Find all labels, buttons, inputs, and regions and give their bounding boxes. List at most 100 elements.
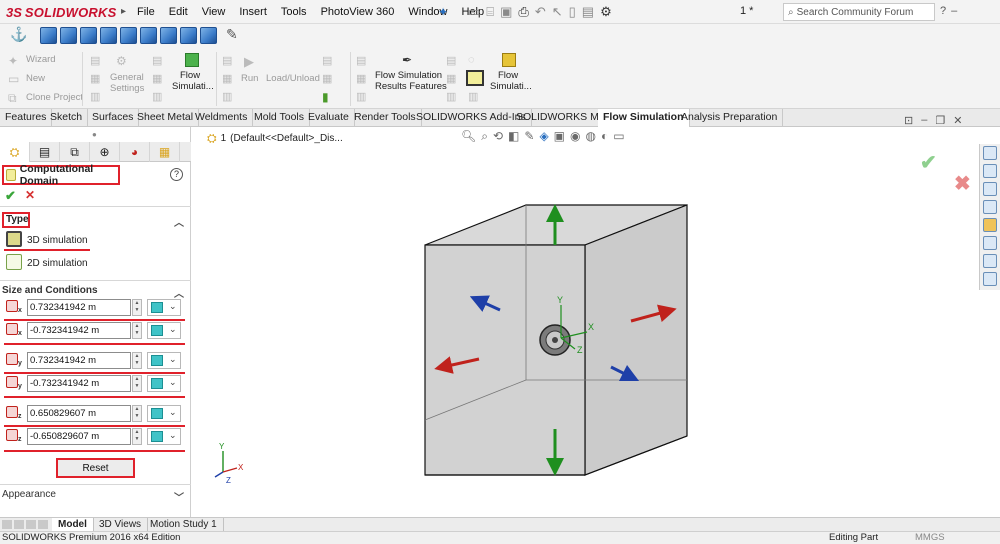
- help-icon-top[interactable]: ?: [940, 5, 946, 17]
- next-tab-icon[interactable]: [26, 520, 36, 529]
- search-box[interactable]: ⌕: [783, 3, 935, 21]
- tool-icon-q[interactable]: ▥: [446, 90, 460, 104]
- solidworks-logo[interactable]: 3S SOLIDWORKS: [6, 3, 116, 21]
- pm-cancel-button[interactable]: ✕: [25, 188, 35, 202]
- option-2d-label[interactable]: 2D simulation: [27, 258, 88, 269]
- results-features-line2[interactable]: Results Features: [375, 81, 447, 92]
- general-settings-line2[interactable]: Settings: [110, 83, 144, 94]
- tab-3d-views[interactable]: 3D Views: [93, 518, 149, 532]
- option-3d-label[interactable]: 3D simulation: [27, 235, 88, 246]
- model-canvas[interactable]: Y X Z Y X Z: [191, 127, 978, 517]
- tab-mold-tools[interactable]: Mold Tools: [249, 109, 310, 127]
- results-features-line1[interactable]: Flow Simulation: [375, 70, 442, 81]
- tab-configuration-manager[interactable]: ⧉: [60, 142, 90, 162]
- view-iso-icon[interactable]: [160, 27, 177, 44]
- tab-motion-study[interactable]: Motion Study 1: [144, 518, 224, 532]
- pencil-icon[interactable]: ✎: [226, 26, 243, 43]
- tool-icon-h[interactable]: ▦: [222, 72, 236, 86]
- view-trimetric-icon[interactable]: [180, 27, 197, 44]
- menu-photoview[interactable]: PhotoView 360: [314, 6, 402, 18]
- tool-icon-i[interactable]: ▥: [222, 90, 236, 104]
- y-min-spinner[interactable]: ▲ ▼: [132, 375, 142, 392]
- tile-icon[interactable]: ⊡: [904, 114, 913, 127]
- flow-simulation-b-line1[interactable]: Flow: [498, 70, 518, 81]
- menu-tools[interactable]: Tools: [274, 6, 314, 18]
- tool-icon-m[interactable]: ▦: [356, 72, 370, 86]
- tool-icon-j[interactable]: ▤: [322, 54, 336, 68]
- tool-icon-l[interactable]: ▤: [356, 54, 370, 68]
- prev-tab-icon[interactable]: [14, 520, 24, 529]
- reset-button[interactable]: Reset: [56, 458, 135, 478]
- 3d-simulation-icon[interactable]: [6, 231, 22, 247]
- view-back-icon[interactable]: [60, 27, 77, 44]
- z-max-spinner[interactable]: ▲ ▼: [132, 405, 142, 422]
- view-top-icon[interactable]: [120, 27, 137, 44]
- resources-icon[interactable]: [983, 164, 997, 178]
- x-max-unit-picker[interactable]: ⌄: [147, 299, 181, 316]
- close-icon[interactable]: ✕: [953, 114, 962, 127]
- flow-simulation-line1[interactable]: Flow: [180, 70, 200, 81]
- tab-analysis-preparation[interactable]: Analysis Preparation: [676, 109, 784, 127]
- menu-view[interactable]: View: [195, 6, 233, 18]
- y-max-input[interactable]: [27, 352, 131, 369]
- menu-insert[interactable]: Insert: [232, 6, 274, 18]
- tab-feature-manager[interactable]: ⛭: [0, 142, 30, 162]
- custom-properties-icon[interactable]: [983, 236, 997, 250]
- menu-edit[interactable]: Edit: [162, 6, 195, 18]
- pm-ok-button[interactable]: ✔: [5, 188, 16, 204]
- z-max-input[interactable]: [27, 405, 131, 422]
- x-min-input[interactable]: [27, 322, 131, 339]
- bar-chart-icon[interactable]: ▮: [322, 90, 336, 104]
- tool-icon-f[interactable]: ▥: [152, 90, 166, 104]
- status-units[interactable]: MMGS: [915, 532, 945, 543]
- run-button[interactable]: Run: [241, 73, 258, 84]
- flow-simulation-b-line2[interactable]: Simulati...: [490, 81, 532, 92]
- tab-weldments[interactable]: Weldments: [190, 109, 254, 127]
- view-dimetric-icon[interactable]: [200, 27, 217, 44]
- menu-expand-icon[interactable]: ▸: [121, 6, 126, 17]
- first-tab-icon[interactable]: [2, 520, 12, 529]
- general-settings-line1[interactable]: General: [110, 72, 144, 83]
- select-icon[interactable]: ↖: [552, 4, 563, 20]
- pin-icon[interactable]: ✦: [438, 5, 448, 19]
- last-tab-icon[interactable]: [38, 520, 48, 529]
- load-unload-button[interactable]: Load/Unload: [266, 73, 320, 84]
- menu-file[interactable]: File: [130, 6, 162, 18]
- pm-help-icon[interactable]: ?: [170, 168, 183, 181]
- file-explorer-icon[interactable]: [983, 200, 997, 214]
- tool-icon-s[interactable]: ▥: [468, 90, 482, 104]
- tab-model[interactable]: Model: [52, 518, 94, 532]
- chat-icon[interactable]: [983, 272, 997, 286]
- tool-icon-p[interactable]: ▦: [446, 72, 460, 86]
- search-input[interactable]: [796, 6, 915, 18]
- view-left-icon[interactable]: [80, 27, 97, 44]
- tool-icon-e[interactable]: ▦: [152, 72, 166, 86]
- tab-property-manager[interactable]: ▤: [30, 142, 60, 162]
- new-project-button[interactable]: New: [26, 73, 45, 84]
- tool-icon-g[interactable]: ▤: [222, 54, 236, 68]
- z-min-input[interactable]: [27, 428, 131, 445]
- tool-icon-o[interactable]: ▤: [446, 54, 460, 68]
- tool-icon-c[interactable]: ▥: [90, 90, 104, 104]
- tab-flow-analysis[interactable]: ▦: [150, 142, 180, 162]
- file-properties-icon[interactable]: ▤: [582, 4, 594, 20]
- tool-icon-r[interactable]: ◌: [468, 54, 482, 68]
- tool-icon-k[interactable]: ▦: [322, 72, 336, 86]
- tool-icon-a[interactable]: ▤: [90, 54, 104, 68]
- x-min-spinner[interactable]: ▲ ▼: [132, 322, 142, 339]
- home-icon[interactable]: [983, 146, 997, 160]
- tool-icon-d[interactable]: ▤: [152, 54, 166, 68]
- z-min-unit-picker[interactable]: ⌄: [147, 428, 181, 445]
- x-max-spinner[interactable]: ▲ ▼: [132, 299, 142, 316]
- type-section-header[interactable]: ︿: [2, 214, 188, 230]
- rebuild-icon[interactable]: ▯: [569, 4, 576, 20]
- z-max-unit-picker[interactable]: ⌄: [147, 405, 181, 422]
- view-bottom-icon[interactable]: [140, 27, 157, 44]
- tab-display-manager[interactable]: ◕: [120, 142, 150, 162]
- open-file-icon[interactable]: ⌸: [486, 4, 494, 20]
- tab-evaluate[interactable]: Evaluate: [303, 109, 355, 127]
- clone-project-button[interactable]: Clone Project: [26, 92, 83, 103]
- x-min-unit-picker[interactable]: ⌄: [147, 322, 181, 339]
- design-library-icon[interactable]: [983, 182, 997, 196]
- view-front-icon[interactable]: [40, 27, 57, 44]
